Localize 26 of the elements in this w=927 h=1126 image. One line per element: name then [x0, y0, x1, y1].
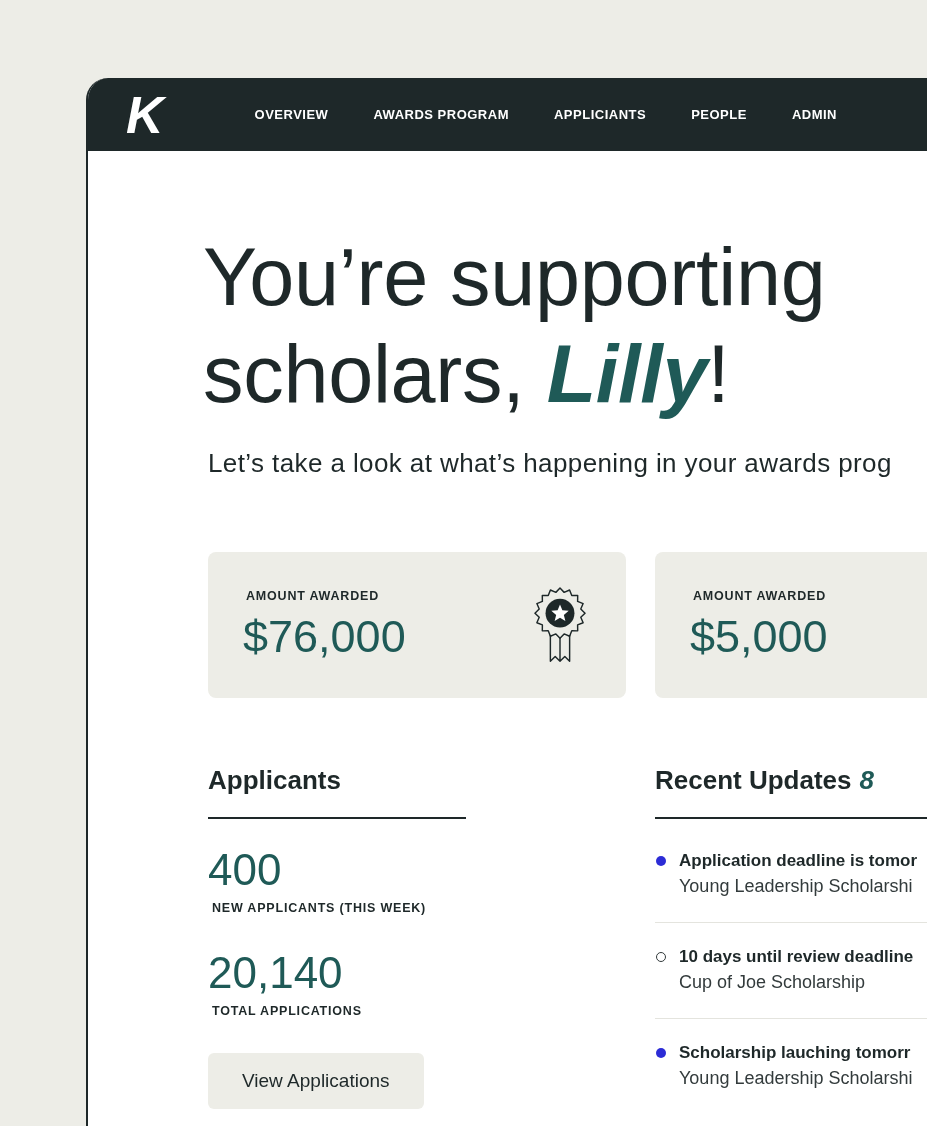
update-title: Scholarship lauching tomorr	[679, 1041, 911, 1064]
update-title: 10 days until review deadline	[679, 945, 914, 968]
update-subtitle: Cup of Joe Scholarship	[679, 970, 866, 994]
stat-label: NEW APPLICANTS (THIS WEEK)	[212, 899, 427, 916]
nav-link[interactable]: PEOPLE	[691, 107, 747, 122]
award-ribbon-icon	[534, 587, 586, 663]
section-title: Recent Updates	[655, 764, 852, 796]
stat-label: AMOUNT AWARDED	[693, 588, 826, 604]
update-subtitle: Young Leadership Scholarshi	[679, 874, 913, 898]
subtitle: Let’s take a look at what’s happening in your awards prog	[208, 447, 893, 479]
stat-label: AMOUNT AWARDED	[246, 588, 379, 604]
stat-value: 20,140	[208, 948, 343, 997]
nav-link[interactable]: AWARDS PROGRAM	[373, 107, 509, 122]
stat-value: $5,000	[690, 612, 828, 662]
nav-link[interactable]: ADMIN	[791, 107, 837, 122]
nav-link[interactable]: OVERVIEW	[254, 107, 329, 122]
nav-link[interactable]: APPLICIANTS	[553, 107, 647, 122]
view-applications-button[interactable]: View Applications	[208, 1052, 424, 1109]
stat-label: TOTAL APPLICATIONS	[212, 1002, 362, 1019]
update-title: Application deadline is tomor	[679, 849, 918, 872]
update-count: 8	[859, 764, 874, 796]
stat-value: $76,000	[243, 612, 406, 662]
headline: You’re supporting scholars, Lilly!	[203, 231, 827, 421]
stat-value: 400	[208, 845, 282, 894]
section-title: Applicants	[208, 764, 341, 796]
update-subtitle: Young Leadership Scholarshi	[679, 1066, 913, 1090]
